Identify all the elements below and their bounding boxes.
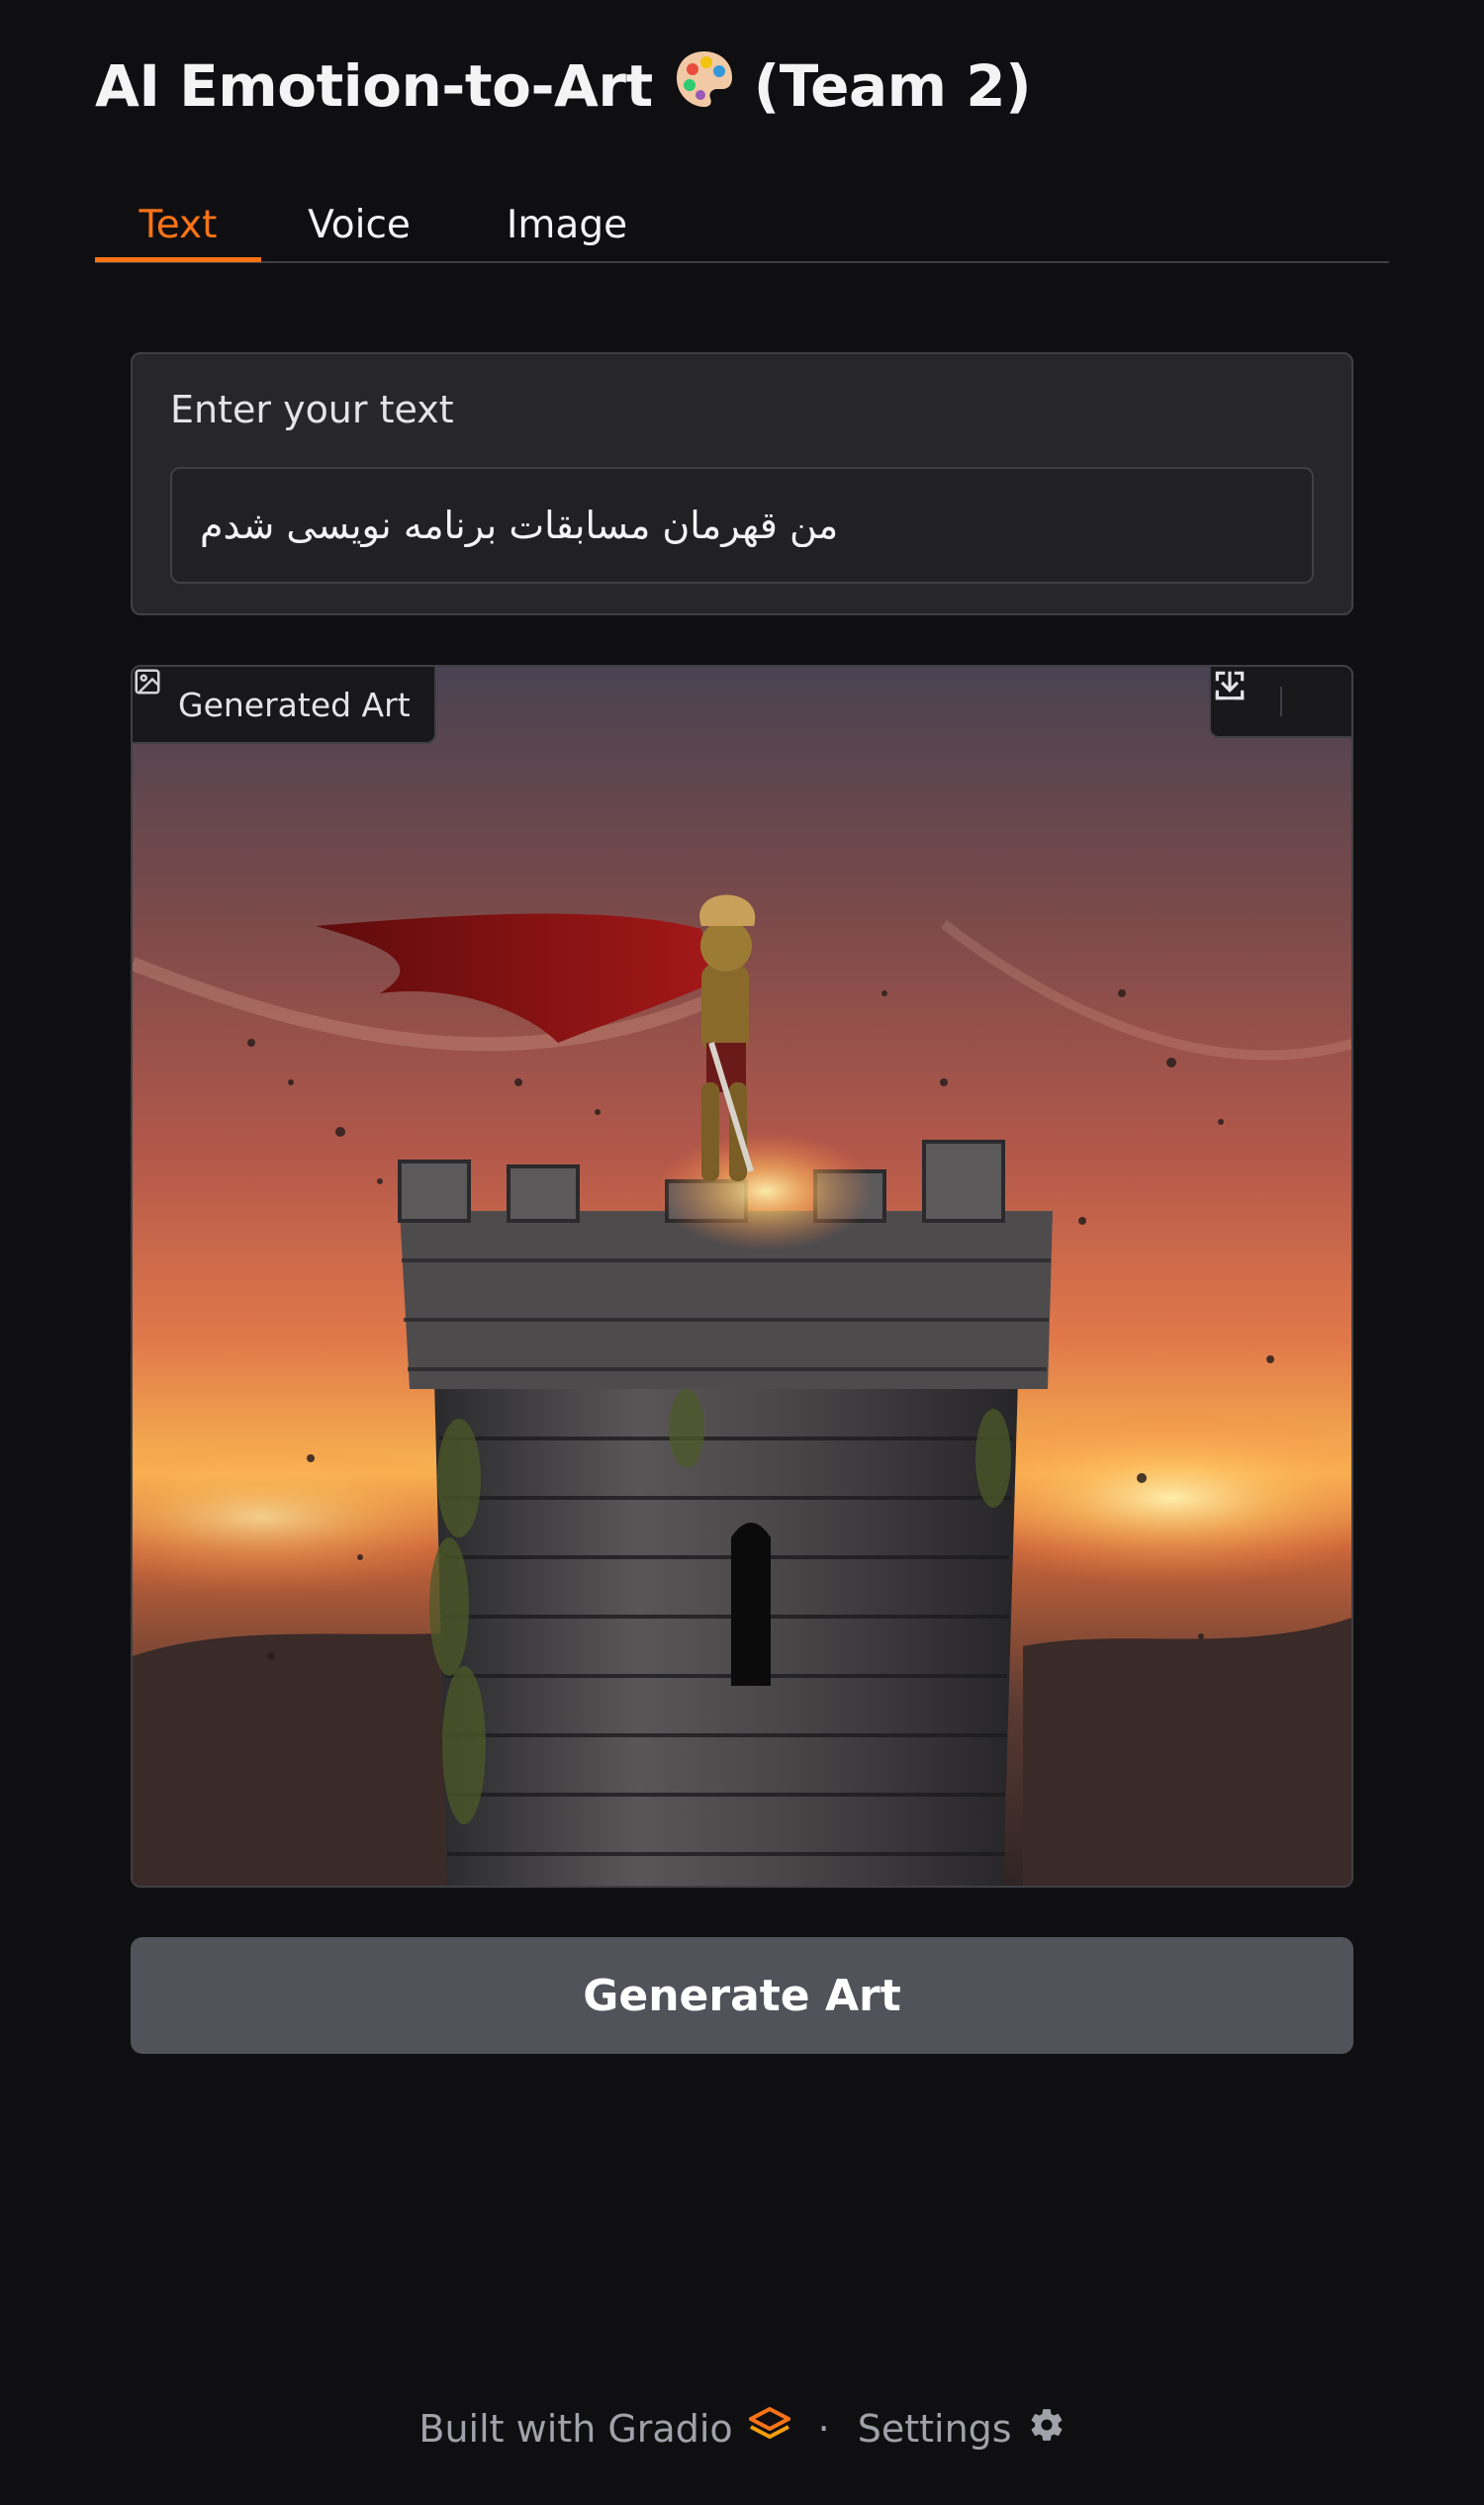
app-title-suffix: (Team 2) bbox=[753, 52, 1032, 121]
generated-art-image bbox=[133, 667, 1351, 1886]
app-title: AI Emotion-to-Art bbox=[95, 52, 653, 121]
palette-icon bbox=[673, 47, 736, 125]
gear-icon bbox=[1028, 2406, 1066, 2453]
download-icon[interactable] bbox=[1215, 671, 1343, 723]
toolbar-separator bbox=[1279, 687, 1282, 716]
tab-voice[interactable]: Voice bbox=[295, 192, 423, 259]
generated-art-label-text: Generated Art bbox=[178, 685, 411, 724]
page-title: AI Emotion-to-Art (Team 2) bbox=[95, 51, 1032, 129]
footer-separator: · bbox=[817, 2407, 830, 2451]
generate-art-button[interactable]: Generate Art bbox=[131, 1937, 1353, 2054]
text-input[interactable] bbox=[170, 467, 1314, 584]
tab-bar: Text Voice Image bbox=[95, 178, 1389, 263]
settings-text: Settings bbox=[857, 2407, 1012, 2451]
footer: Built with Gradio · Settings bbox=[0, 2394, 1484, 2463]
built-with-gradio-link[interactable]: Built with Gradio bbox=[418, 2406, 792, 2452]
image-toolbar bbox=[1209, 667, 1351, 738]
text-input-block: Enter your text bbox=[131, 352, 1353, 615]
generated-art-panel: Generated Art bbox=[131, 665, 1353, 1888]
gradio-logo-icon bbox=[746, 2406, 792, 2452]
generated-art-label: Generated Art bbox=[133, 667, 436, 744]
tab-text[interactable]: Text bbox=[95, 192, 261, 259]
settings-link[interactable]: Settings bbox=[858, 2406, 1066, 2453]
text-input-label: Enter your text bbox=[170, 388, 454, 431]
built-with-text: Built with Gradio bbox=[418, 2407, 733, 2451]
tab-image[interactable]: Image bbox=[489, 192, 645, 259]
active-tab-indicator bbox=[95, 257, 261, 262]
